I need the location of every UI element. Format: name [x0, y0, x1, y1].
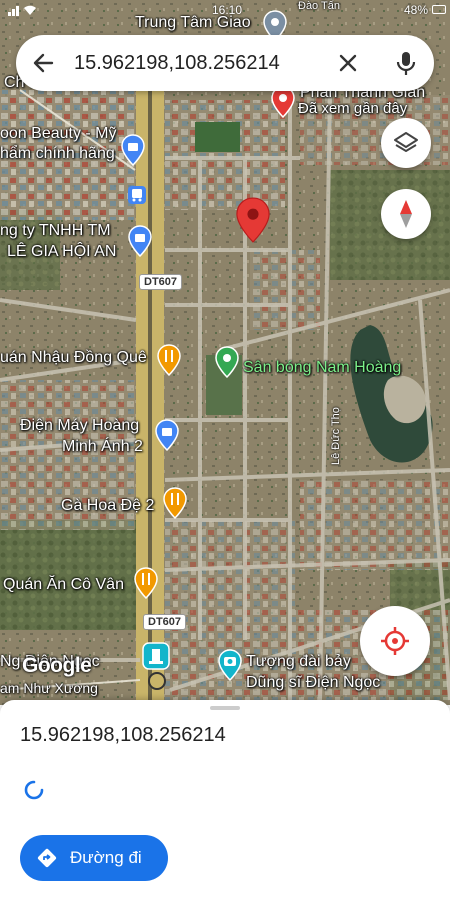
place-coordinates: 15.962198,108.256214: [20, 724, 226, 746]
layers-icon: [394, 132, 418, 152]
shopping-bag-icon[interactable]: [127, 225, 153, 258]
map-label-beauty-line1[interactable]: oon Beauty - Mỹ: [0, 124, 117, 143]
restaurant-fork-knife-icon[interactable]: [162, 487, 188, 520]
clear-search-button[interactable]: [334, 49, 362, 77]
map-label-quan-nhau[interactable]: uán Nhậu Đồng Quê: [0, 348, 147, 367]
layers-button[interactable]: [381, 118, 431, 168]
search-bar[interactable]: 15.962198,108.256214: [16, 35, 434, 91]
my-location-crosshair-icon: [381, 627, 409, 655]
map-road-label-le-duc-tho: Lê Đức Thọ: [330, 407, 342, 465]
directions-button[interactable]: Đường đi: [20, 835, 168, 881]
restaurant-fork-knife-icon[interactable]: [156, 344, 182, 377]
my-location-button[interactable]: [360, 606, 430, 676]
map-label-company-line2[interactable]: LÊ GIA HỘI AN: [7, 242, 116, 261]
battery-level: 48%: [403, 3, 428, 17]
road-shield-dt607-top: DT607: [139, 274, 183, 290]
map-label-quan-an[interactable]: Quán Ăn Cô Vân: [3, 575, 124, 594]
back-button[interactable]: [30, 49, 58, 77]
place-bottom-sheet[interactable]: 15.962198,108.256214 Đường đi: [0, 700, 450, 900]
search-query[interactable]: 15.962198,108.256214: [74, 35, 280, 91]
status-bar: 16:10 48%: [0, 0, 450, 22]
shopping-bag-icon[interactable]: [120, 134, 146, 167]
map-label-dien-may-line1[interactable]: Điện Máy Hoàng: [20, 416, 139, 435]
map-label-company-line1[interactable]: ng ty TNHH TM: [0, 221, 111, 240]
map-label-san-bong[interactable]: Sân bóng Nam Hoàng: [243, 358, 401, 377]
map-label-beauty-line2[interactable]: hẩm chính hãng: [0, 144, 115, 163]
voice-search-button[interactable]: [390, 47, 422, 79]
road-shield-dt607-bottom: DT607: [143, 614, 187, 630]
map-label-dien-may-line2[interactable]: Minh Ánh 2: [62, 437, 143, 456]
sheet-drag-handle[interactable]: [210, 706, 240, 710]
compass-icon: [400, 200, 412, 228]
map-view[interactable]: Trung Tâm Giao Đào Tấn Ch Phan Thanh Gia…: [0, 0, 450, 705]
directions-label: Đường đi: [70, 848, 142, 867]
roundabout-marker: [148, 672, 166, 690]
compass-button[interactable]: [381, 189, 431, 239]
back-arrow-icon: [33, 53, 54, 73]
shopping-bag-icon[interactable]: [154, 419, 180, 452]
sports-field-pin-icon[interactable]: [214, 346, 240, 379]
close-icon: [339, 54, 357, 72]
battery-icon: [432, 5, 446, 14]
map-label-ga-hoa[interactable]: Gà Hoa Đệ 2: [61, 496, 154, 515]
signal-icon: [8, 4, 44, 19]
status-time: 16:10: [212, 3, 243, 17]
map-label-recently-viewed: Đã xem gần đây: [298, 100, 408, 117]
map-label-tuong-dai-line1[interactable]: Tượng đài bảy: [246, 652, 351, 671]
selected-location-pin-icon[interactable]: [234, 196, 272, 244]
camera-attraction-icon[interactable]: [217, 649, 243, 682]
restaurant-fork-knife-icon[interactable]: [133, 567, 159, 600]
microphone-icon: [396, 52, 416, 75]
loading-spinner-icon: [22, 778, 46, 802]
directions-diamond-icon: [37, 848, 57, 868]
landmark-monument-icon[interactable]: [142, 642, 170, 670]
bus-stop-icon[interactable]: [127, 185, 147, 205]
map-label-nhu-xuong[interactable]: am Như Xương: [0, 679, 98, 698]
map-label-tuong-dai-line2[interactable]: Dũng sĩ Điện Ngọc: [246, 673, 380, 692]
google-logo: Google: [22, 654, 92, 677]
